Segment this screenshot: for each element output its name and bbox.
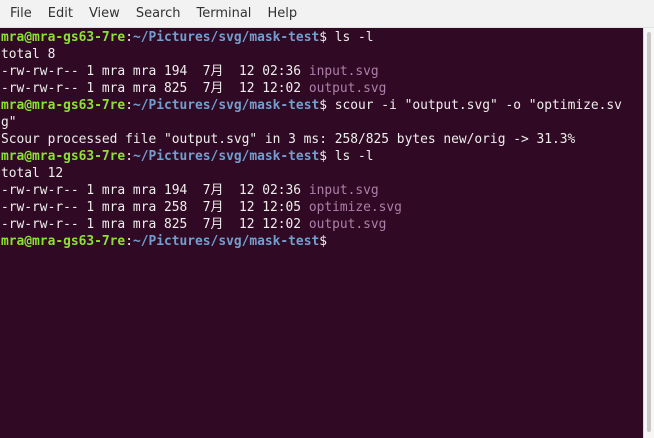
terminal-line: mra@mra-gs63-7re:~/Pictures/svg/mask-tes… <box>1 97 622 114</box>
command-text: scour -i "output.svg" -o "optimize.sv <box>326 98 622 113</box>
terminal-line: g" <box>1 114 622 131</box>
prompt-colon: : <box>125 30 133 45</box>
output-text: -rw-rw-r-- 1 mra mra 825 7月 12 12:02 <box>1 81 309 96</box>
terminal-line: total 8 <box>1 46 622 63</box>
terminal-line: -rw-rw-r-- 1 mra mra 825 7月 12 12:02 out… <box>1 80 622 97</box>
file-name: optimize.svg <box>308 200 402 215</box>
prompt-path: ~/Pictures/svg/mask-test <box>132 149 320 164</box>
output-text: Scour processed file "output.svg" in 3 m… <box>1 132 576 147</box>
terminal-line: mra@mra-gs63-7re:~/Pictures/svg/mask-tes… <box>1 29 622 46</box>
file-name: input.svg <box>308 183 379 198</box>
output-text: total 12 <box>1 166 64 181</box>
terminal-line: mra@mra-gs63-7re:~/Pictures/svg/mask-tes… <box>1 148 622 165</box>
prompt-user: mra@mra-gs63-7re <box>1 149 126 164</box>
prompt-path: ~/Pictures/svg/mask-test <box>132 98 320 113</box>
prompt-colon: : <box>125 149 133 164</box>
command-text: ls -l <box>326 30 374 45</box>
terminal-line: total 12 <box>1 165 622 182</box>
prompt-path: ~/Pictures/svg/mask-test <box>132 30 320 45</box>
prompt-dollar: $ <box>319 30 327 45</box>
command-text: ls -l <box>326 149 374 164</box>
output-text: -rw-rw-r-- 1 mra mra 258 7月 12 12:05 <box>1 200 309 215</box>
prompt-user: mra@mra-gs63-7re <box>1 234 126 249</box>
file-name: output.svg <box>308 81 387 96</box>
prompt-dollar: $ <box>319 149 327 164</box>
menu-view[interactable]: View <box>81 0 128 28</box>
output-text: -rw-rw-r-- 1 mra mra 825 7月 12 12:02 <box>1 217 309 232</box>
terminal-line: mra@mra-gs63-7re:~/Pictures/svg/mask-tes… <box>1 233 622 250</box>
file-name: input.svg <box>308 64 379 79</box>
menu-file[interactable]: File <box>2 0 40 28</box>
terminal-line: -rw-rw-r-- 1 mra mra 194 7月 12 02:36 inp… <box>1 182 622 199</box>
scrollbar-thumb[interactable] <box>647 32 651 432</box>
prompt-dollar: $ <box>319 234 327 249</box>
output-text: total 8 <box>1 47 56 62</box>
scrollbar[interactable] <box>643 28 654 438</box>
prompt-user: mra@mra-gs63-7re <box>1 98 126 113</box>
prompt-dollar: $ <box>319 98 327 113</box>
prompt-path: ~/Pictures/svg/mask-test <box>132 234 320 249</box>
terminal-output[interactable]: mra@mra-gs63-7re:~/Pictures/svg/mask-tes… <box>0 28 643 438</box>
terminal-line: -rw-rw-r-- 1 mra mra 258 7月 12 12:05 opt… <box>1 199 622 216</box>
output-text: -rw-rw-r-- 1 mra mra 194 7月 12 02:36 <box>1 64 309 79</box>
menu-help[interactable]: Help <box>259 0 305 28</box>
menu-edit[interactable]: Edit <box>40 0 81 28</box>
prompt-colon: : <box>125 98 133 113</box>
prompt-user: mra@mra-gs63-7re <box>1 30 126 45</box>
output-text: -rw-rw-r-- 1 mra mra 194 7月 12 02:36 <box>1 183 309 198</box>
menu-terminal[interactable]: Terminal <box>188 0 259 28</box>
terminal-line: -rw-rw-r-- 1 mra mra 194 7月 12 02:36 inp… <box>1 63 622 80</box>
terminal-lines: mra@mra-gs63-7re:~/Pictures/svg/mask-tes… <box>1 29 622 250</box>
output-text: g" <box>1 115 17 130</box>
menu-bar: File Edit View Search Terminal Help <box>0 0 654 28</box>
terminal-line: -rw-rw-r-- 1 mra mra 825 7月 12 12:02 out… <box>1 216 622 233</box>
terminal-line: Scour processed file "output.svg" in 3 m… <box>1 131 622 148</box>
file-name: output.svg <box>308 217 387 232</box>
prompt-colon: : <box>125 234 133 249</box>
menu-search[interactable]: Search <box>128 0 189 28</box>
